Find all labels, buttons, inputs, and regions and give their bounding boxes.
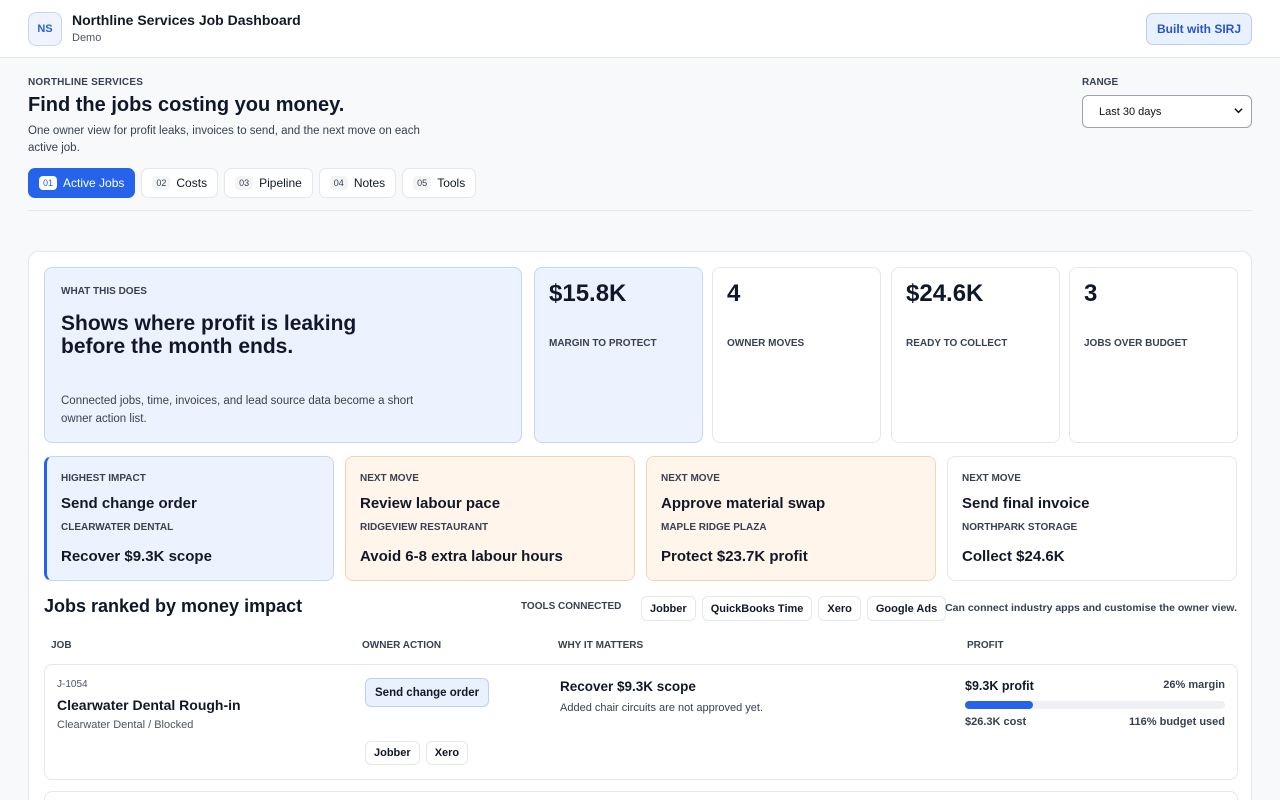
tab-label: Pipeline <box>259 176 302 190</box>
margin-progress-bar <box>965 701 1225 709</box>
intro-description: Connected jobs, time, invoices, and lead… <box>61 395 414 425</box>
move-card-material-swap[interactable]: NEXT MOVE Approve material swap MAPLE RI… <box>646 456 936 581</box>
margin-progress-fill <box>965 701 1033 709</box>
intro-headline: Shows where profit is leaking before the… <box>61 312 357 358</box>
range-select-value: Last 30 days <box>1099 105 1162 118</box>
stat-value: $24.6K <box>906 280 984 307</box>
stat-ready-to-collect: $24.6K READY TO COLLECT <box>891 267 1060 443</box>
tab-number: 05 <box>413 176 432 190</box>
tab-number: 03 <box>235 176 254 190</box>
stat-value: $15.8K <box>549 280 627 307</box>
move-card-final-invoice[interactable]: NEXT MOVE Send final invoice NORTHPARK S… <box>947 456 1237 581</box>
column-header-profit: PROFIT <box>967 640 1004 651</box>
tab-number: 02 <box>152 176 171 190</box>
move-eyebrow: NEXT MOVE <box>360 473 419 484</box>
tab-pipeline[interactable]: 03 Pipeline <box>224 168 313 198</box>
profit-value: $9.3K profit <box>965 679 1034 693</box>
tab-label: Active Jobs <box>63 176 125 190</box>
move-eyebrow: NEXT MOVE <box>962 473 1021 484</box>
tool-chip-quickbooks-time[interactable]: QuickBooks Time <box>701 596 813 621</box>
move-client: NORTHPARK STORAGE <box>962 522 1078 533</box>
column-header-owner-action: OWNER ACTION <box>362 640 442 651</box>
tab-active-jobs[interactable]: 01 Active Jobs <box>28 168 136 198</box>
move-outcome: Recover $9.3K scope <box>61 548 212 565</box>
row-tool-chips: Jobber Xero <box>365 741 469 765</box>
column-header-why-it-matters: WHY IT MATTERS <box>558 640 644 651</box>
tab-label: Notes <box>353 176 386 190</box>
stat-label: MARGIN TO PROTECT <box>549 338 657 349</box>
move-card-change-order[interactable]: HIGHEST IMPACT Send change order CLEARWA… <box>44 456 334 581</box>
tab-label: Tools <box>437 176 466 190</box>
row-tool-chip-jobber[interactable]: Jobber <box>365 741 420 765</box>
tab-number: 04 <box>329 176 348 190</box>
intro-card: WHAT THIS DOES Shows where profit is lea… <box>44 267 522 443</box>
stat-jobs-over-budget: 3 JOBS OVER BUDGET <box>1069 267 1238 443</box>
chevron-down-icon <box>1234 108 1243 114</box>
tab-number: 01 <box>39 176 58 190</box>
page-title: Find the jobs costing you money. <box>28 94 345 116</box>
tab-label: Costs <box>176 176 208 190</box>
stat-value: 4 <box>727 280 741 307</box>
move-title: Send final invoice <box>962 495 1090 512</box>
move-client: CLEARWATER DENTAL <box>61 522 174 533</box>
top-bar: NS Northline Services Job Dashboard Demo… <box>0 0 1280 58</box>
column-header-job: JOB <box>51 640 72 651</box>
ranked-jobs-title: Jobs ranked by money impact <box>44 596 303 616</box>
table-row[interactable]: J-1054 Clearwater Dental Rough-in Clearw… <box>44 664 1238 780</box>
move-outcome: Protect $23.7K profit <box>661 548 808 565</box>
stat-label: READY TO COLLECT <box>906 338 1008 349</box>
intro-eyebrow: WHAT THIS DOES <box>61 286 147 297</box>
dashboard-panel: WHAT THIS DOES Shows where profit is lea… <box>28 251 1252 800</box>
move-eyebrow: HIGHEST IMPACT <box>61 473 146 484</box>
tab-tools[interactable]: 05 Tools <box>402 168 477 198</box>
stat-owner-moves: 4 OWNER MOVES <box>712 267 881 443</box>
move-outcome: Collect $24.6K <box>962 548 1065 565</box>
job-meta: Clearwater Dental / Blocked <box>57 719 194 731</box>
why-title: Recover $9.3K scope <box>560 679 696 694</box>
tools-note: Can connect industry apps and customise … <box>945 602 1237 614</box>
tab-bar: 01 Active Jobs 02 Costs 03 Pipeline 04 N… <box>28 168 477 198</box>
move-title: Review labour pace <box>360 495 501 512</box>
move-title: Approve material swap <box>661 495 826 512</box>
why-description: Added chair circuits are not approved ye… <box>560 702 764 714</box>
margin-value: 26% margin <box>1163 679 1225 691</box>
job-id: J-1054 <box>57 679 88 690</box>
tool-chip-xero[interactable]: Xero <box>818 596 861 621</box>
move-title: Send change order <box>61 495 197 512</box>
cost-value: $26.3K cost <box>965 716 1027 728</box>
move-client: RIDGEVIEW RESTAURANT <box>360 522 489 533</box>
owner-action-button[interactable]: Send change order <box>365 678 490 707</box>
range-label: RANGE <box>1082 77 1119 88</box>
stat-label: OWNER MOVES <box>727 338 805 349</box>
tab-costs[interactable]: 02 Costs <box>141 168 219 198</box>
stat-margin-to-protect: $15.8K MARGIN TO PROTECT <box>534 267 703 443</box>
row-tool-chip-xero[interactable]: Xero <box>425 741 469 765</box>
move-outcome: Avoid 6-8 extra labour hours <box>360 548 563 565</box>
tool-chip-google-ads[interactable]: Google Ads <box>866 596 947 621</box>
page-description: One owner view for profit leaks, invoice… <box>28 125 420 154</box>
tools-connected-label: TOOLS CONNECTED <box>521 601 622 612</box>
job-name: Clearwater Dental Rough-in <box>57 697 241 713</box>
stat-label: JOBS OVER BUDGET <box>1084 338 1188 349</box>
move-eyebrow: NEXT MOVE <box>661 473 720 484</box>
table-row[interactable] <box>44 791 1238 800</box>
move-card-labour-pace[interactable]: NEXT MOVE Review labour pace RIDGEVIEW R… <box>345 456 635 581</box>
app-title: Northline Services Job Dashboard <box>72 12 301 28</box>
move-client: MAPLE RIDGE PLAZA <box>661 522 767 533</box>
stat-value: 3 <box>1084 280 1098 307</box>
range-select[interactable]: Last 30 days <box>1082 95 1252 128</box>
budget-used-value: 116% budget used <box>1129 716 1225 728</box>
app-subtitle: Demo <box>72 32 102 44</box>
header-divider <box>28 210 1252 211</box>
connected-tools: Jobber QuickBooks Time Xero Google Ads <box>641 596 947 621</box>
built-with-button[interactable]: Built with SIRJ <box>1146 13 1252 45</box>
tab-notes[interactable]: 04 Notes <box>318 168 397 198</box>
company-eyebrow: NORTHLINE SERVICES <box>28 77 144 88</box>
tool-chip-jobber[interactable]: Jobber <box>641 596 696 621</box>
app-logo[interactable]: NS <box>28 12 62 46</box>
